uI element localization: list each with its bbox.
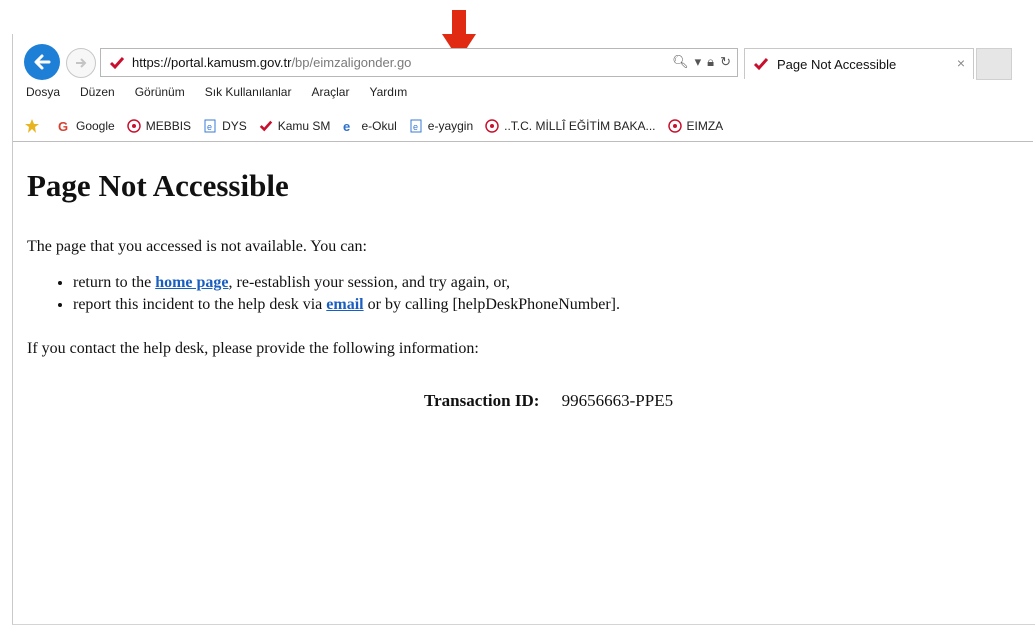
favorite-kamusm[interactable]: Kamu SM	[259, 119, 331, 133]
list-item: return to the home page, re-establish yo…	[73, 274, 620, 292]
favorite-label: MEBBIS	[145, 119, 192, 133]
transaction-id: 99656663-PPE5	[561, 391, 674, 410]
favorite-label: EIMZA	[686, 119, 724, 133]
favorite-eimza[interactable]: EIMZA	[667, 119, 724, 133]
menu-item-edit[interactable]: Düzen	[80, 85, 115, 103]
bullet1-post: , re-establish your session, and try aga…	[228, 274, 511, 291]
page-content: Page Not Accessible The page that you ac…	[27, 168, 673, 410]
bullet2-pre: report this incident to the help desk vi…	[73, 296, 327, 313]
url-path: /bp/eimzaligonder.go	[291, 55, 412, 70]
search-icon[interactable]: 🔍︎	[672, 54, 689, 70]
svg-text:G: G	[58, 119, 68, 133]
options-list: return to the home page, re-establish yo…	[57, 274, 620, 318]
page-icon: e	[204, 119, 216, 133]
new-tab-button[interactable]	[976, 48, 1012, 80]
list-item: report this incident to the help desk vi…	[73, 296, 620, 314]
emblem-icon	[485, 119, 499, 133]
favorite-eyaygin[interactable]: e e-yaygin	[409, 119, 473, 133]
contact-text: If you contact the help desk, please pro…	[27, 340, 479, 357]
refresh-icon[interactable]: ↻	[720, 54, 731, 70]
favorite-label: ..T.C. MİLLÎ EĞİTİM BAKA...	[504, 119, 656, 133]
favorite-mebbis[interactable]: MEBBIS	[126, 119, 192, 133]
transaction-info: Transaction ID: 99656663-PPE5	[424, 391, 673, 411]
favorite-label: e-yaygin	[427, 119, 474, 133]
toolbar-divider	[13, 141, 1033, 142]
dropdown-icon[interactable]: ▾	[695, 54, 702, 70]
favorite-label: Google	[76, 119, 115, 133]
tab-active[interactable]: Page Not Accessible ×	[744, 48, 974, 79]
back-arrow-icon	[34, 54, 51, 70]
menu-item-file[interactable]: Dosya	[26, 85, 60, 103]
menu-item-tools[interactable]: Araçlar	[311, 85, 349, 103]
intro-text: The page that you accessed is not availa…	[27, 238, 367, 255]
emblem-icon	[667, 119, 682, 133]
menu-item-view[interactable]: Görünüm	[135, 85, 185, 103]
favorites-bar: G Google MEBBIS e DYS Kamu SM e e-Okul e…	[24, 116, 735, 136]
menu-bar: Dosya Düzen Görünüm Sık Kullanılanlar Ar…	[26, 85, 407, 103]
svg-text:e: e	[413, 122, 418, 132]
email-link[interactable]: email	[326, 296, 363, 313]
bullet1-pre: return to the	[73, 274, 156, 291]
favorite-eokul[interactable]: e e-Okul	[342, 119, 396, 133]
url-host: https://portal.kamusm.gov.tr	[132, 55, 292, 70]
google-icon: G	[58, 119, 68, 133]
bullet2-post: or by calling [helpDeskPhoneNumber].	[363, 296, 620, 313]
tab-title: Page Not Accessible	[777, 56, 897, 72]
favorite-google[interactable]: G Google	[57, 119, 115, 133]
ie-icon: e	[343, 119, 350, 133]
favorite-label: Kamu SM	[277, 119, 331, 133]
kamusm-icon	[259, 120, 272, 132]
menu-item-help[interactable]: Yardım	[369, 85, 407, 103]
page-title: Page Not Accessible	[27, 168, 289, 203]
favorite-label: e-Okul	[361, 119, 397, 133]
site-favicon-icon	[109, 56, 125, 69]
lock-icon[interactable]: 🔒︎	[707, 54, 714, 70]
svg-text:e: e	[207, 122, 212, 132]
back-button[interactable]	[24, 44, 60, 80]
transaction-label: Transaction ID:	[424, 391, 540, 410]
page-icon: e	[410, 119, 422, 133]
forward-button[interactable]	[66, 48, 96, 78]
tab-favicon-icon	[753, 58, 769, 71]
forward-arrow-icon	[76, 58, 87, 68]
close-tab-icon[interactable]: ×	[957, 55, 965, 71]
address-bar[interactable]: https://portal.kamusm.gov.tr/bp/eimzalig…	[100, 48, 738, 77]
favorite-meb[interactable]: ..T.C. MİLLÎ EĞİTİM BAKA...	[485, 119, 656, 133]
home-page-link[interactable]: home page	[155, 274, 228, 291]
svg-text:e: e	[343, 119, 350, 133]
favorite-label: DYS	[222, 119, 247, 133]
favorite-dys[interactable]: e DYS	[203, 119, 247, 133]
menu-item-favorites[interactable]: Sık Kullanılanlar	[205, 85, 292, 103]
emblem-icon	[126, 119, 141, 133]
favorites-star-icon[interactable]	[24, 118, 45, 134]
